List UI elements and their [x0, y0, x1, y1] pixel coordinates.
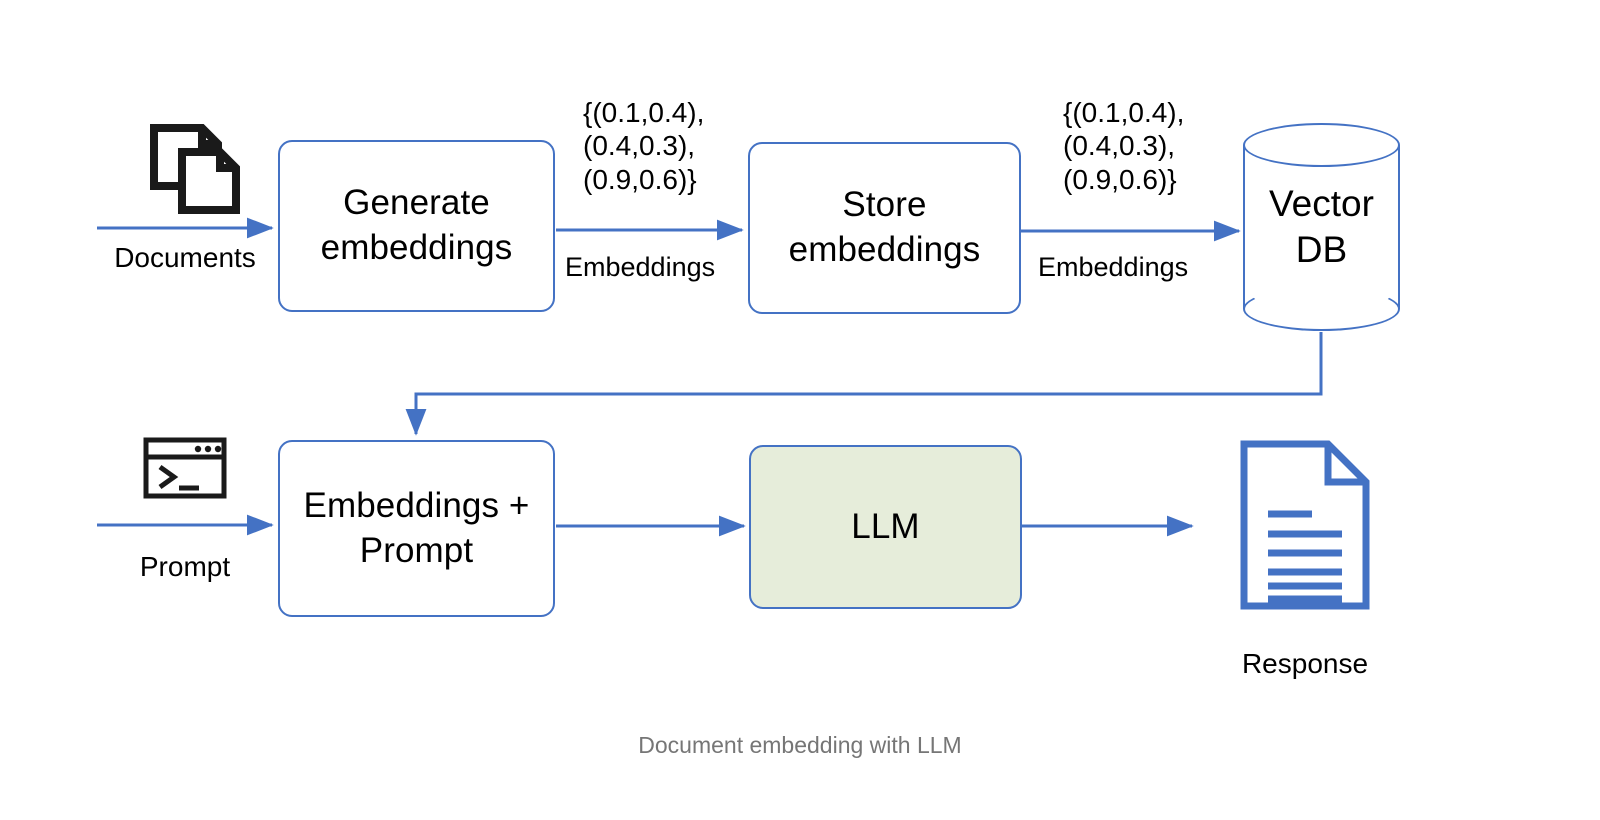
- diagram-canvas: Documents Generate embeddings {(0.1,0.4)…: [0, 0, 1600, 820]
- figure-caption: Document embedding with LLM: [638, 732, 962, 758]
- embeddings-plus-prompt-label: Embeddings + Prompt: [303, 485, 530, 570]
- documents-icon: [148, 122, 240, 214]
- generate-embeddings-box[interactable]: Generate embeddings: [278, 140, 555, 312]
- store-embeddings-box[interactable]: Store embeddings: [748, 142, 1021, 314]
- llm-box[interactable]: LLM: [749, 445, 1022, 609]
- edge-1-vector-text: {(0.1,0.4), (0.4,0.3), (0.9,0.6)}: [583, 97, 705, 195]
- generate-embeddings-label: Generate embeddings: [320, 183, 513, 267]
- embeddings-plus-prompt-box[interactable]: Embeddings + Prompt: [278, 440, 555, 617]
- llm-label: LLM: [851, 506, 920, 546]
- document-response-icon: [1240, 440, 1370, 610]
- vector-db-cylinder[interactable]: Vector DB: [1243, 123, 1400, 331]
- store-embeddings-label: Store embeddings: [788, 185, 981, 269]
- arrow-vectordb-to-combine: [405, 332, 1323, 436]
- vector-db-label: Vector DB: [1269, 183, 1374, 270]
- edge-1-flow-label: Embeddings: [565, 252, 716, 282]
- response-caption: Response: [1241, 648, 1369, 679]
- terminal-icon: [143, 437, 227, 499]
- edge-2-vector-text: {(0.1,0.4), (0.4,0.3), (0.9,0.6)}: [1063, 97, 1185, 195]
- edge-2-flow-label: Embeddings: [1038, 252, 1189, 282]
